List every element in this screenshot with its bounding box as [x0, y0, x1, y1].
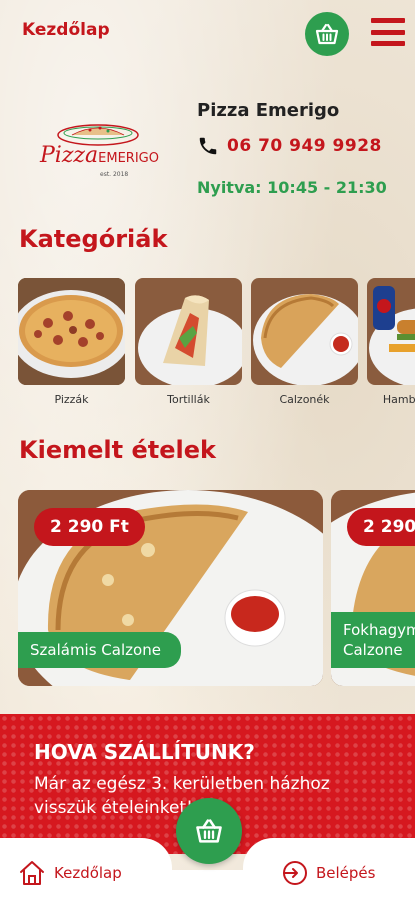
- categories-title: Kategóriák: [19, 225, 168, 253]
- basket-icon: [196, 819, 222, 843]
- store-name: Pizza Emerigo: [197, 100, 340, 121]
- cart-button[interactable]: [305, 12, 349, 56]
- home-link[interactable]: Kezdőlap: [22, 20, 110, 40]
- featured-card[interactable]: 2 290 Ft Fokhagymás Calzone: [331, 490, 415, 686]
- phone-number: 06 70 949 9928: [227, 136, 382, 156]
- category-calzone[interactable]: Calzonék: [251, 278, 358, 406]
- hamburger-image: [367, 278, 415, 385]
- phone-icon: [199, 137, 217, 155]
- nav-home-label: Kezdőlap: [54, 864, 122, 882]
- phone-link[interactable]: 06 70 949 9928: [197, 135, 382, 157]
- cart-fab-button[interactable]: [176, 798, 242, 864]
- nav-login[interactable]: Belépés: [282, 860, 375, 886]
- category-tortilla[interactable]: Tortillák: [135, 278, 242, 406]
- nav-home[interactable]: Kezdőlap: [18, 860, 122, 886]
- category-pizza[interactable]: Pizzák: [18, 278, 125, 406]
- categories-carousel[interactable]: Pizzák Tortillák Calzonék Hamb: [18, 278, 415, 408]
- price-badge: 2 290 Ft: [34, 508, 145, 546]
- logo-text: Pizza: [40, 143, 99, 168]
- featured-title: Kiemelt ételek: [19, 436, 216, 464]
- opening-hours: Nyitva: 10:45 - 21:30: [197, 178, 387, 197]
- login-icon: [283, 861, 307, 885]
- top-bar: Kezdőlap: [0, 0, 415, 64]
- basket-icon: [315, 23, 339, 45]
- calzone-image: [251, 278, 358, 385]
- product-name: Szalámis Calzone: [18, 632, 181, 668]
- hamburger-menu-icon[interactable]: [371, 15, 405, 49]
- featured-card[interactable]: 2 290 Ft Szalámis Calzone: [18, 490, 323, 686]
- nav-login-label: Belépés: [316, 864, 376, 882]
- logo-brand: EMERIGO: [98, 151, 159, 166]
- category-label: Calzonék: [279, 393, 330, 406]
- category-label: Hamburgerek: [382, 393, 415, 406]
- store-logo: PizzaEMERIGO est. 2018: [38, 115, 178, 185]
- category-label: Pizzák: [54, 393, 89, 406]
- pizza-image: [18, 278, 125, 385]
- price-badge: 2 290 Ft: [347, 508, 415, 546]
- tortilla-image: [135, 278, 242, 385]
- category-label: Tortillák: [167, 393, 210, 406]
- product-name: Fokhagymás Calzone: [331, 612, 415, 668]
- featured-carousel[interactable]: 2 290 Ft Szalámis Calzone 2 290 Ft Fokha…: [18, 490, 415, 688]
- home-icon: [20, 861, 44, 885]
- category-hamburger[interactable]: Hamburgerek: [367, 278, 415, 406]
- logo-est: est. 2018: [100, 171, 129, 178]
- promo-title: HOVA SZÁLLÍTUNK?: [34, 740, 255, 764]
